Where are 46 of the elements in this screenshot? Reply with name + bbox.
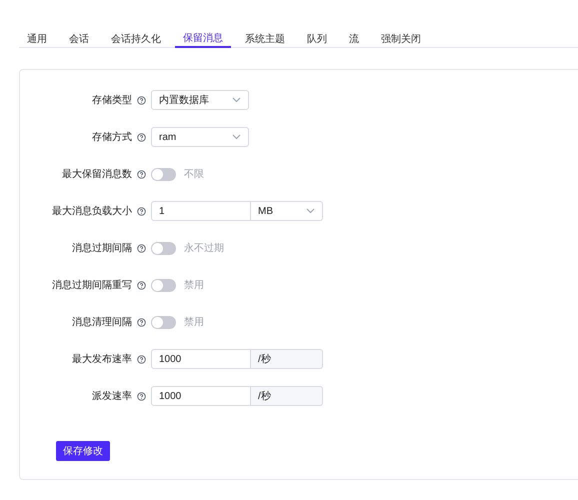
save-button[interactable]: 保存修改 — [56, 441, 110, 461]
tab[interactable]: 会话持久化 — [103, 28, 169, 48]
toggle-label: 禁用 — [184, 316, 204, 330]
toggle-switch[interactable] — [151, 168, 176, 180]
input-field[interactable]: 1000 — [151, 386, 251, 406]
unit-select[interactable]: MB — [251, 201, 323, 221]
help-icon[interactable] — [137, 132, 146, 142]
tab[interactable]: 会话 — [61, 28, 97, 48]
tab[interactable]: 保留消息 — [175, 28, 231, 48]
toggle-label: 不限 — [184, 168, 204, 182]
field-label: 存储类型 — [91, 94, 132, 108]
toggle-switch[interactable] — [151, 316, 176, 328]
tab[interactable]: 通用 — [19, 28, 55, 48]
help-icon[interactable] — [137, 96, 146, 104]
tab[interactable]: 队列 — [299, 28, 335, 48]
field-label: 最大发布速率 — [71, 352, 132, 366]
help-icon[interactable] — [137, 280, 146, 290]
toggle-label: 禁用 — [184, 278, 204, 292]
help-icon[interactable] — [137, 244, 146, 252]
input-field[interactable]: 1000 — [151, 349, 251, 369]
tab[interactable]: 强制关闭 — [373, 28, 429, 48]
field-label: 最大保留消息数 — [61, 168, 132, 182]
toggle-switch[interactable] — [151, 242, 176, 254]
field-label: 最大消息负载大小 — [51, 204, 132, 218]
select-field[interactable]: ram — [151, 127, 249, 147]
input-field[interactable]: 1 — [151, 201, 251, 221]
select-field[interactable]: 内置数据库 — [151, 90, 249, 110]
tab[interactable]: 系统主题 — [237, 28, 293, 48]
chevron-down-icon — [306, 208, 315, 214]
help-icon[interactable] — [137, 170, 146, 178]
unit-addon: /秒 — [251, 386, 323, 406]
field-label: 消息过期间隔重写 — [51, 278, 132, 292]
tab[interactable]: 流 — [341, 28, 367, 48]
toggle-label: 永不过期 — [184, 242, 224, 256]
chevron-down-icon — [232, 134, 241, 140]
help-icon[interactable] — [137, 392, 146, 400]
field-label: 派发速率 — [91, 390, 132, 404]
help-icon[interactable] — [137, 354, 146, 364]
help-icon[interactable] — [137, 318, 146, 326]
help-icon[interactable] — [137, 206, 146, 216]
field-label: 消息过期间隔 — [71, 242, 132, 256]
unit-addon: /秒 — [251, 349, 323, 369]
field-label: 存储方式 — [91, 130, 132, 144]
toggle-switch[interactable] — [151, 278, 176, 292]
field-label: 消息清理间隔 — [71, 316, 132, 330]
chevron-down-icon — [232, 97, 241, 103]
